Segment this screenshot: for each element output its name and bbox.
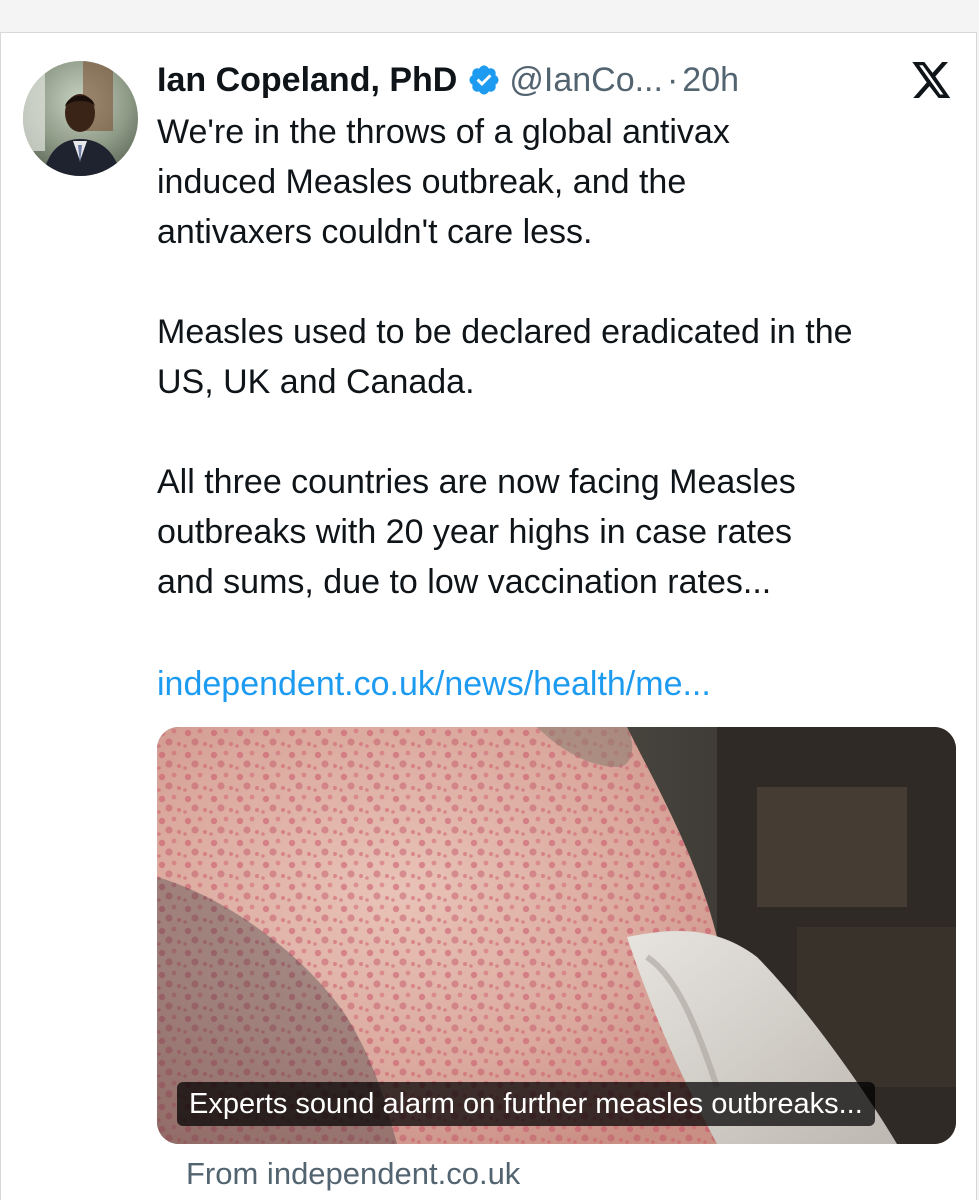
verified-badge-icon [467, 63, 501, 97]
tweet-paragraph: We're in the throws of a global antivax … [157, 113, 730, 251]
author-handle[interactable]: @IanCo... [509, 58, 663, 102]
article-link[interactable]: independent.co.uk/news/health/me... [157, 659, 711, 709]
link-card-caption: Experts sound alarm on further measles o… [177, 1082, 875, 1126]
tweet-header: Ian Copeland, PhD @IanCo... · 20h [157, 58, 739, 102]
tweet-paragraph: All three countries are now facing Measl… [157, 463, 796, 601]
timestamp[interactable]: 20h [682, 58, 739, 102]
author-name[interactable]: Ian Copeland, PhD [157, 58, 457, 102]
avatar[interactable] [23, 61, 138, 176]
separator-dot: · [666, 61, 679, 99]
top-bar [0, 0, 979, 32]
tweet-text: We're in the throws of a global antivax … [157, 107, 967, 657]
x-logo-icon[interactable] [912, 62, 952, 98]
link-card-source[interactable]: From independent.co.uk [186, 1152, 520, 1196]
tweet-paragraph: Measles used to be declared eradicated i… [157, 313, 853, 401]
